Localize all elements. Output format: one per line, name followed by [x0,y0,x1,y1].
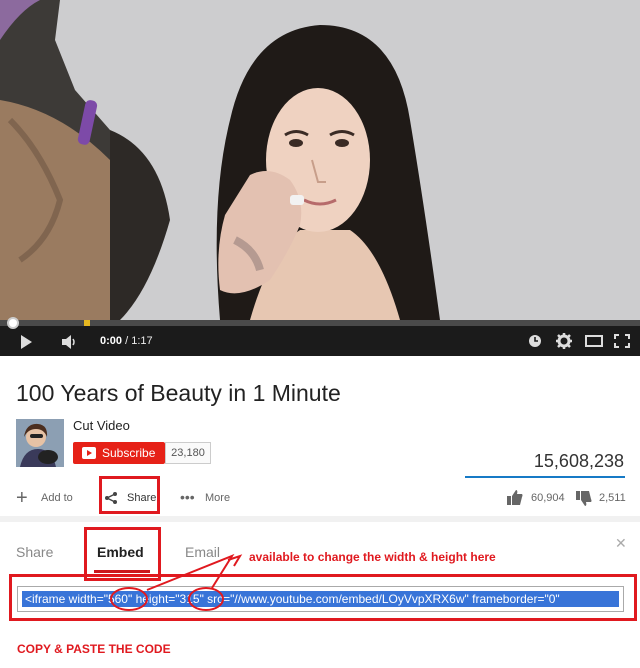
copy-paste-annotation: COPY & PASTE THE CODE [17,642,171,656]
page: 0:00 / 1:17 100 Years of Beauty in 1 Min… [0,0,640,668]
annotation-pointer [146,553,243,591]
size-annotation: available to change the width & height h… [249,550,496,564]
